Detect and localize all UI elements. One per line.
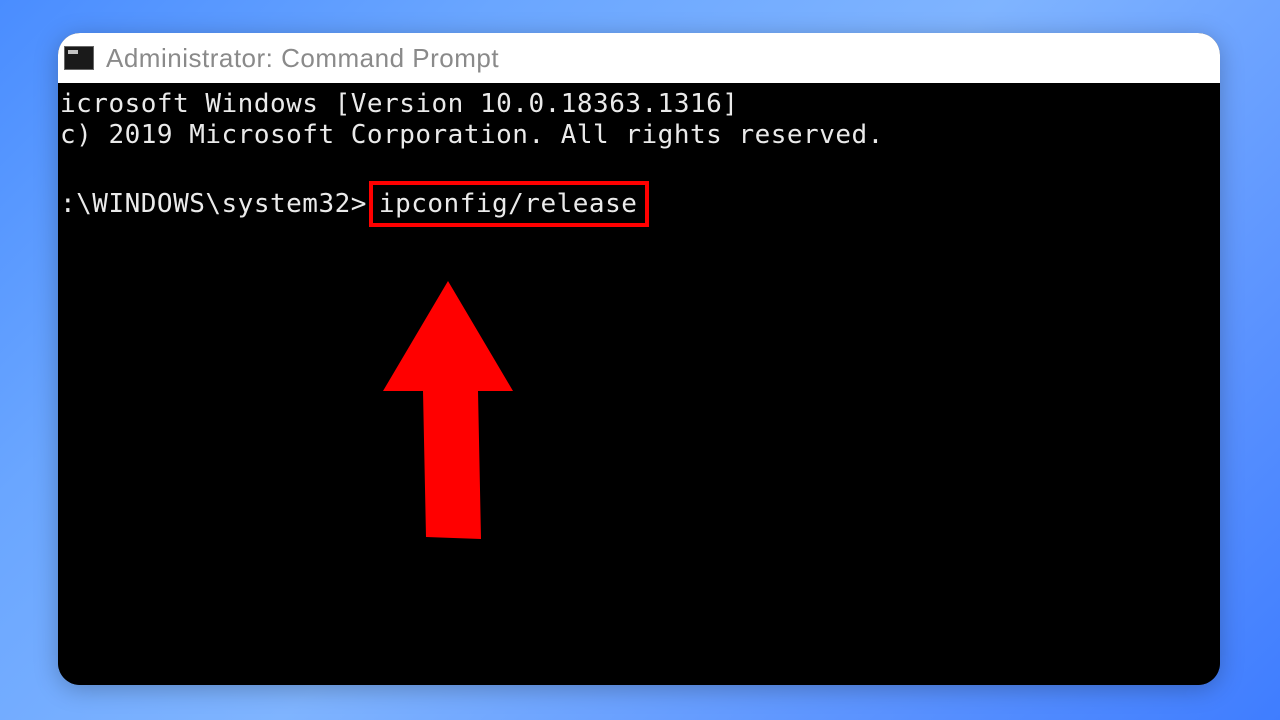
cmd-icon [64, 46, 94, 70]
typed-command[interactable]: ipconfig/release [379, 189, 637, 219]
annotation-arrow-icon [378, 281, 528, 551]
command-prompt-window: Administrator: Command Prompt icrosoft W… [58, 33, 1220, 685]
desktop-background: Administrator: Command Prompt icrosoft W… [0, 0, 1280, 720]
titlebar[interactable]: Administrator: Command Prompt [58, 33, 1220, 83]
window-title: Administrator: Command Prompt [106, 43, 499, 74]
terminal-output-line: c) 2019 Microsoft Corporation. All right… [58, 120, 1220, 151]
terminal-area[interactable]: icrosoft Windows [Version 10.0.18363.131… [58, 83, 1220, 685]
terminal-output-line: icrosoft Windows [Version 10.0.18363.131… [58, 89, 1220, 120]
prompt-row: :\WINDOWS\system32> ipconfig/release [58, 181, 1220, 227]
command-highlight-box: ipconfig/release [369, 181, 649, 227]
prompt-prefix: :\WINDOWS\system32> [58, 189, 367, 219]
